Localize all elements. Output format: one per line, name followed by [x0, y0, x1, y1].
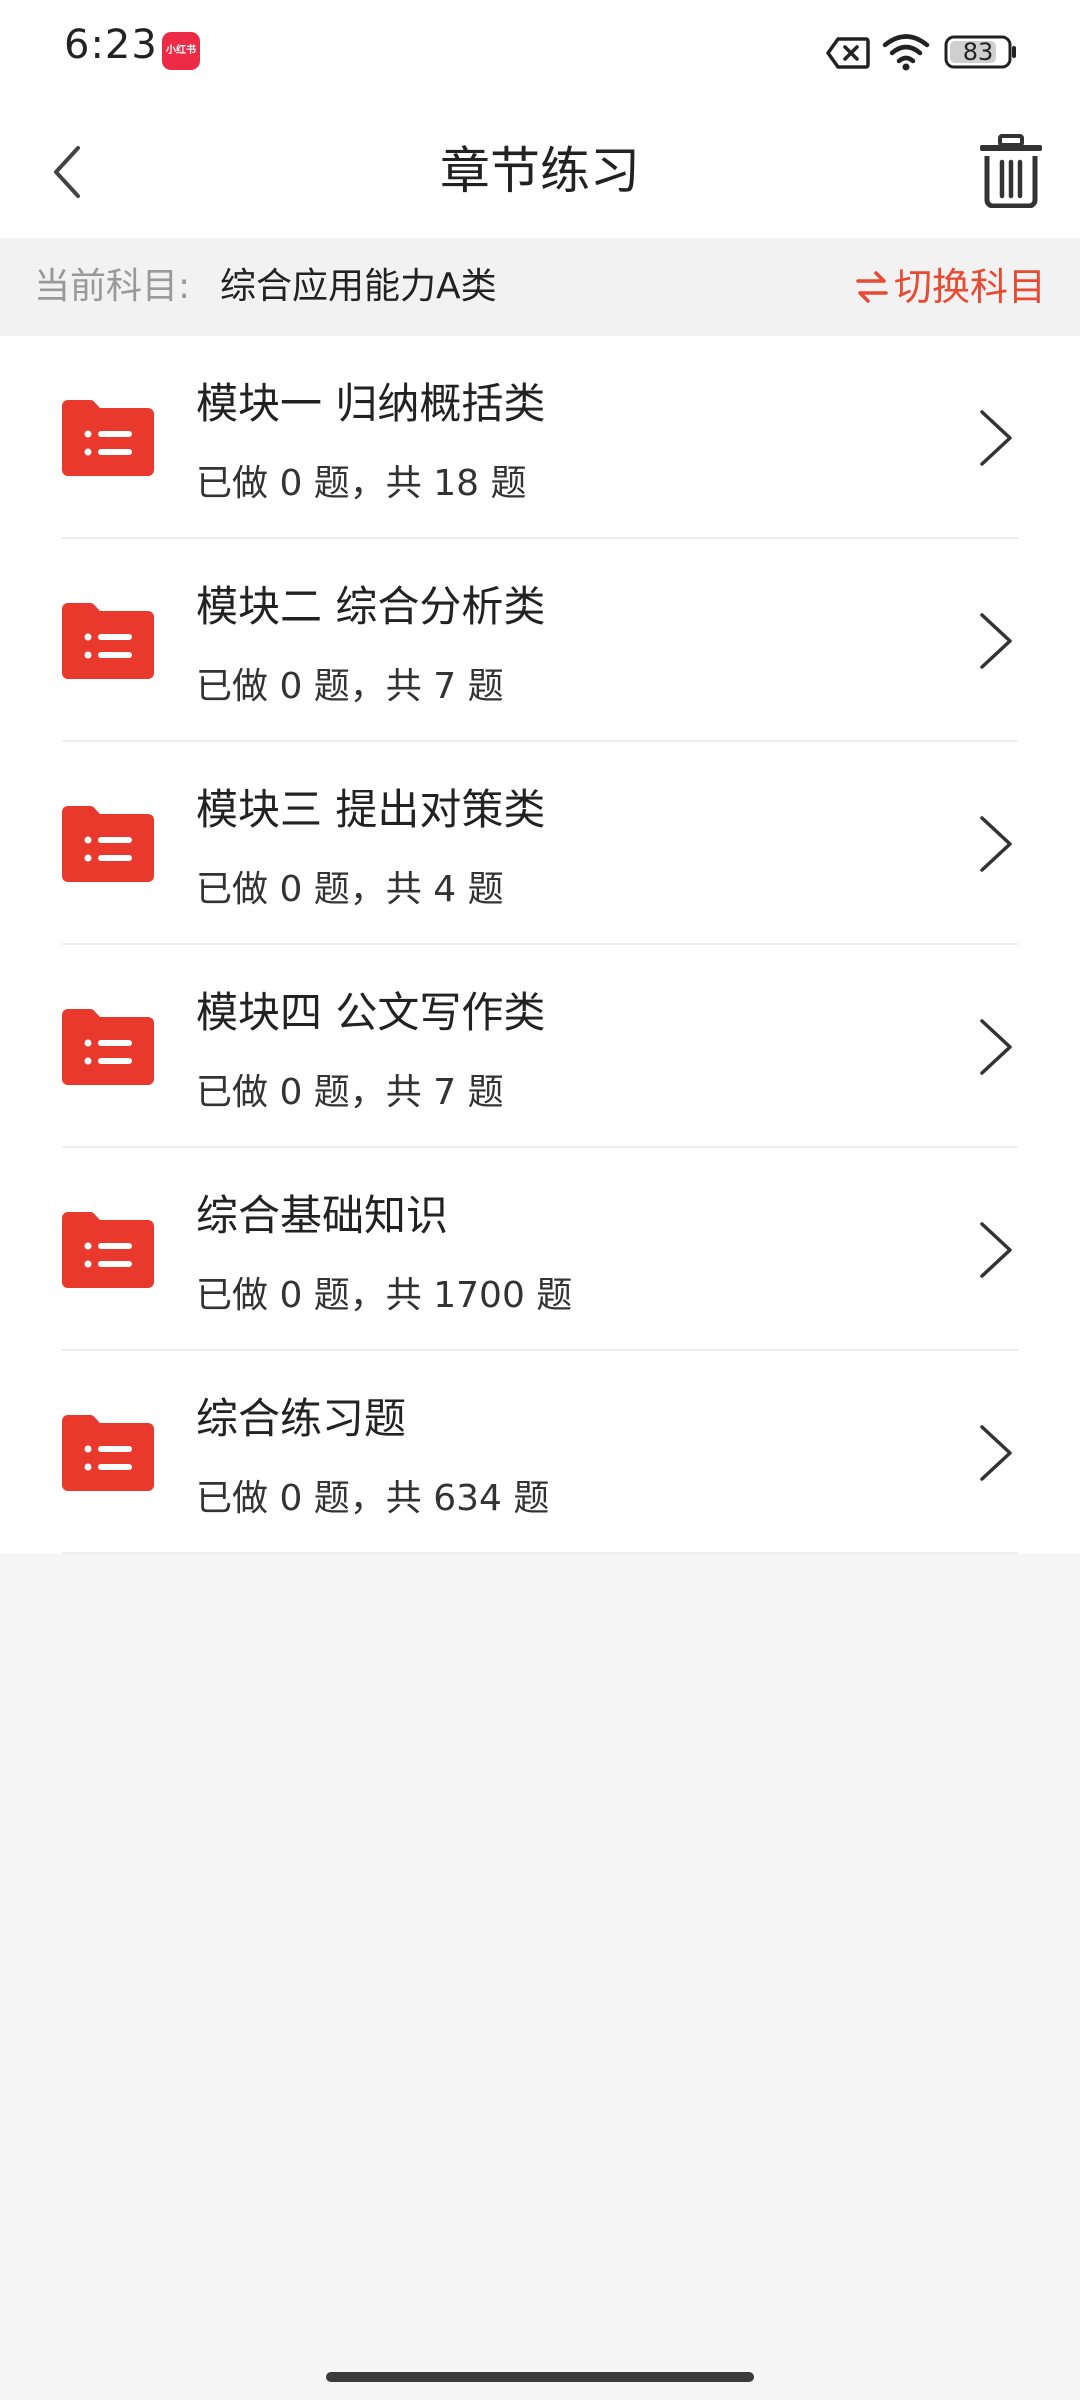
chevron-right-icon	[980, 816, 1012, 872]
folder-list-icon	[62, 1415, 154, 1491]
status-bar: 6:23 小红书 83	[0, 0, 1080, 104]
battery-icon: 83	[944, 32, 1018, 72]
chapter-progress: 已做 0 题，共 1700 题	[196, 1275, 573, 1316]
switch-subject-button[interactable]: 切换科目	[854, 238, 1046, 336]
chapter-title: 模块一 归纳概括类	[196, 379, 546, 428]
chapter-title: 模块三 提出对策类	[196, 785, 546, 834]
folder-list-icon	[62, 806, 154, 882]
chevron-right-icon	[980, 613, 1012, 669]
chapter-list: 模块一 归纳概括类 已做 0 题，共 18 题 模块二 综合分析类 已做 0 题…	[0, 336, 1080, 1554]
subject-value: 综合应用能力A类	[220, 266, 497, 307]
folder-list-icon	[62, 1212, 154, 1288]
folder-list-icon	[62, 400, 154, 476]
folder-list-icon	[62, 1009, 154, 1085]
folder-list-icon	[62, 603, 154, 679]
status-time: 6:23	[64, 22, 158, 68]
chapter-progress: 已做 0 题，共 634 题	[196, 1478, 550, 1519]
divider	[62, 1552, 1018, 1554]
chapter-title: 综合基础知识	[196, 1191, 449, 1240]
chevron-right-icon	[980, 1425, 1012, 1481]
wifi-icon	[882, 32, 930, 76]
home-indicator[interactable]	[326, 2372, 754, 2382]
battery-level: 83	[962, 38, 994, 66]
subject-label: 当前科目:	[34, 266, 191, 307]
list-item[interactable]: 综合基础知识 已做 0 题，共 1700 题	[0, 1148, 1080, 1351]
chapter-progress: 已做 0 题，共 4 题	[196, 869, 504, 910]
chapter-progress: 已做 0 题，共 18 题	[196, 463, 527, 504]
chevron-right-icon	[980, 1222, 1012, 1278]
chapter-title: 模块二 综合分析类	[196, 582, 546, 631]
switch-subject-label: 切换科目	[893, 265, 1046, 309]
chapter-progress: 已做 0 题，共 7 题	[196, 666, 504, 707]
chevron-right-icon	[980, 1019, 1012, 1075]
back-button[interactable]	[36, 132, 108, 212]
page-title: 章节练习	[440, 142, 640, 200]
list-item[interactable]: 模块四 公文写作类 已做 0 题，共 7 题	[0, 945, 1080, 1148]
header: 章节练习	[0, 104, 1080, 238]
list-item[interactable]: 模块一 归纳概括类 已做 0 题，共 18 题	[0, 336, 1080, 539]
sim-no-signal-icon	[826, 36, 870, 74]
chapter-progress: 已做 0 题，共 7 题	[196, 1072, 504, 1113]
chapter-title: 综合练习题	[196, 1394, 407, 1443]
chevron-left-icon	[54, 146, 80, 198]
delete-button[interactable]	[978, 134, 1044, 209]
chevron-right-icon	[980, 410, 1012, 466]
trash-icon	[980, 134, 1042, 209]
list-item[interactable]: 综合练习题 已做 0 题，共 634 题	[0, 1351, 1080, 1554]
subject-bar: 当前科目: 综合应用能力A类 切换科目	[0, 238, 1080, 336]
list-item[interactable]: 模块二 综合分析类 已做 0 题，共 7 题	[0, 539, 1080, 742]
swap-arrows-icon	[856, 271, 888, 303]
app-notification-icon: 小红书	[162, 32, 200, 70]
chapter-title: 模块四 公文写作类	[196, 988, 546, 1037]
list-item[interactable]: 模块三 提出对策类 已做 0 题，共 4 题	[0, 742, 1080, 945]
